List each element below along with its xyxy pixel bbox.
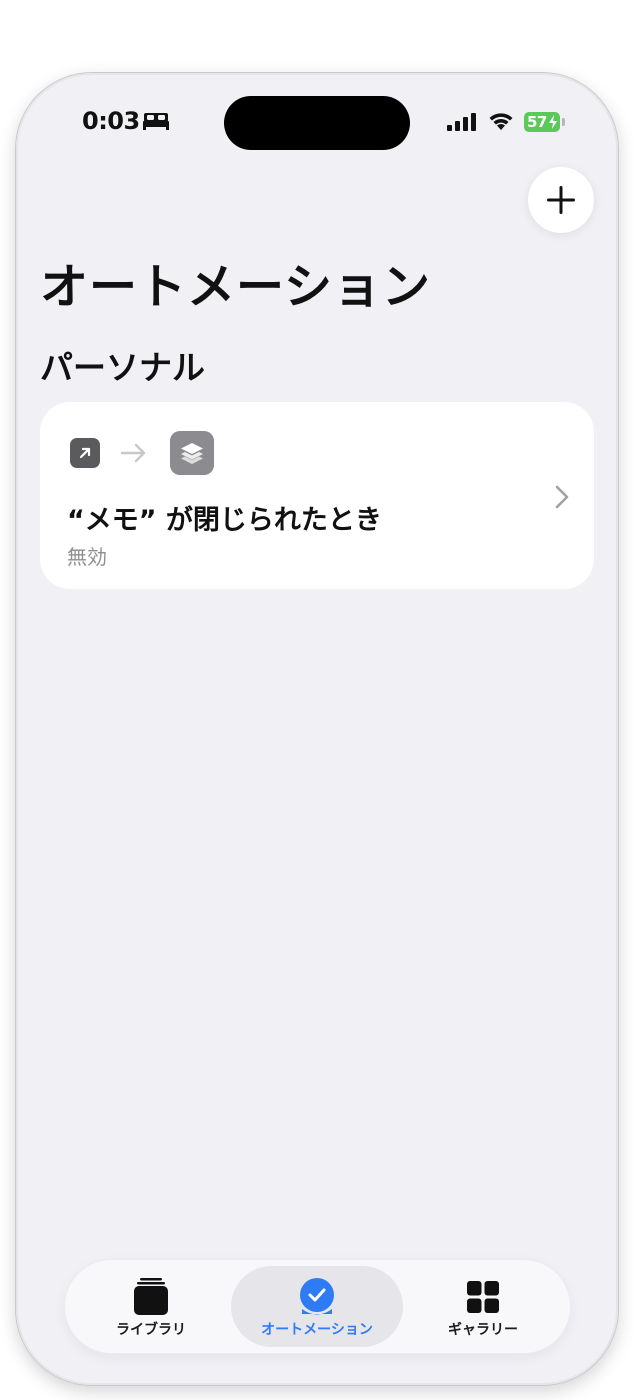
phone-frame: 0:03 57 オートメーション パーソナル “メモ” が閉じられたとき 無効 … xyxy=(16,73,618,1385)
tab-label-library: ライブラリ xyxy=(116,1322,186,1338)
dynamic-island xyxy=(224,96,410,150)
cellular-signal-icon xyxy=(447,113,476,131)
chevron-right-icon xyxy=(555,485,569,509)
gallery-grid-icon xyxy=(467,1281,499,1313)
section-header-personal: パーソナル xyxy=(40,348,205,387)
page-title: オートメーション xyxy=(40,259,432,315)
add-automation-button[interactable] xyxy=(528,167,594,233)
wifi-icon xyxy=(489,113,513,130)
screen: 0:03 57 オートメーション パーソナル “メモ” が閉じられたとき 無効 … xyxy=(0,0,634,1400)
battery-cap xyxy=(562,118,565,126)
battery-indicator: 57 xyxy=(524,112,565,132)
automation-status: 無効 xyxy=(67,545,107,569)
status-time: 0:03 xyxy=(82,107,140,135)
automation-check-icon xyxy=(300,1278,334,1315)
open-app-arrow-icon xyxy=(70,438,100,468)
bed-icon xyxy=(143,113,169,130)
tab-gallery[interactable]: ギャラリー xyxy=(403,1266,563,1347)
automation-title: “メモ” が閉じられたとき xyxy=(67,505,382,536)
plus-icon xyxy=(547,186,575,214)
library-stack-icon xyxy=(134,1278,168,1315)
automation-card[interactable]: “メモ” が閉じられたとき 無効 xyxy=(40,402,594,589)
charging-bolt-icon xyxy=(549,115,557,129)
tab-label-gallery: ギャラリー xyxy=(448,1322,518,1338)
tab-label-automation: オートメーション xyxy=(261,1322,373,1338)
tab-library[interactable]: ライブラリ xyxy=(71,1266,231,1347)
shortcuts-icon xyxy=(170,431,214,475)
flow-arrow-icon xyxy=(120,443,146,463)
tab-bar: ライブラリ オートメーション ギャラリー xyxy=(65,1260,570,1353)
tab-automation[interactable]: オートメーション xyxy=(231,1266,403,1347)
